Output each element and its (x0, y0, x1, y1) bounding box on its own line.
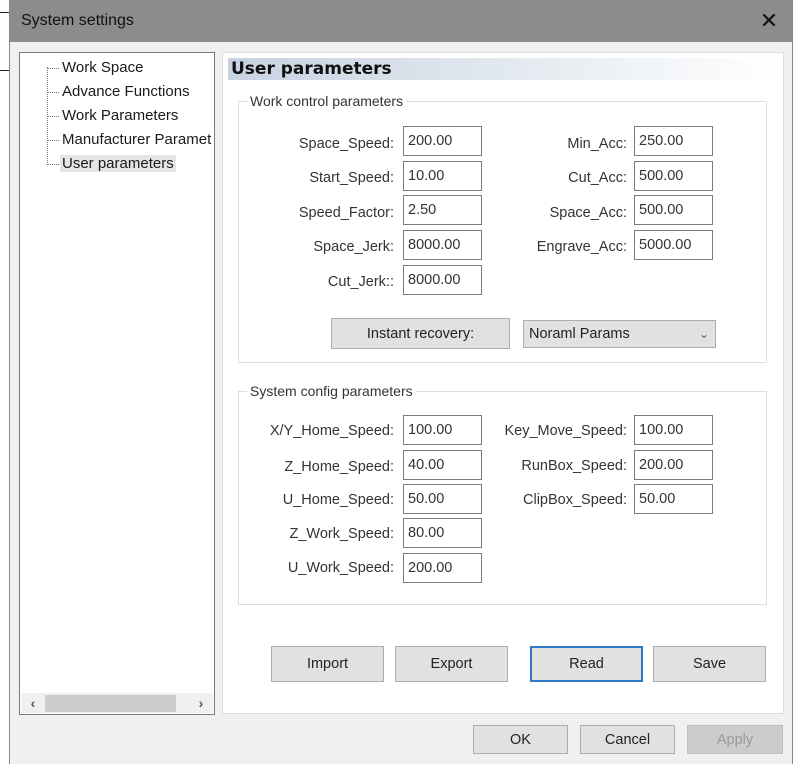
group-legend: System config parameters (247, 383, 416, 399)
cut-acc-input[interactable] (634, 161, 713, 191)
group-legend: Work control parameters (247, 93, 407, 109)
engrave-acc-label: Engrave_Acc: (536, 239, 627, 255)
settings-tree: Work Space Advance Functions Work Parame… (19, 52, 215, 715)
background-window-edge (0, 12, 9, 13)
u-work-speed-label: U_Work_Speed: (287, 560, 394, 576)
tree-item-label: Advance Functions (62, 83, 190, 100)
close-button[interactable]: ✕ (756, 8, 782, 34)
clipbox-speed-input[interactable] (634, 484, 713, 514)
space-acc-label: Space_Acc: (549, 205, 627, 221)
chevron-left-icon[interactable]: ‹ (23, 693, 43, 713)
close-x-icon: ✕ (759, 8, 779, 33)
min-acc-label: Min_Acc: (567, 136, 627, 152)
u-work-speed-input[interactable] (403, 553, 482, 583)
preset-params-select[interactable]: Noraml Params ⌄ (523, 320, 716, 348)
tree-item-user-parameters[interactable]: User parameters (20, 153, 211, 177)
z-home-speed-input[interactable] (403, 450, 482, 480)
runbox-speed-input[interactable] (634, 450, 713, 480)
tree-item-work-parameters[interactable]: Work Parameters (20, 105, 211, 129)
tree-item-advance-functions[interactable]: Advance Functions (20, 81, 211, 105)
engrave-acc-input[interactable] (634, 230, 713, 260)
tree-item-label: Work Parameters (62, 107, 179, 124)
chevron-right-icon[interactable]: › (191, 693, 211, 713)
system-settings-dialog: System settings ✕ Work Space Advance Fun… (9, 0, 793, 764)
cut-jerk-input[interactable] (403, 265, 482, 295)
tree-horizontal-scrollbar[interactable]: ‹ › (21, 693, 213, 713)
chevron-down-icon: ⌄ (698, 327, 709, 341)
speed-factor-label: Speed_Factor: (298, 205, 394, 221)
apply-button[interactable]: Apply (687, 725, 783, 754)
start-speed-label: Start_Speed: (309, 170, 394, 186)
user-parameters-panel: User parameters Work control parameters … (222, 52, 784, 714)
runbox-speed-label: RunBox_Speed: (521, 458, 627, 474)
space-speed-input[interactable] (403, 126, 482, 156)
work-control-group: Work control parameters Space_Speed: Sta… (238, 93, 767, 363)
space-acc-input[interactable] (634, 195, 713, 225)
read-button[interactable]: Read (530, 646, 643, 682)
ok-button[interactable]: OK (473, 725, 568, 754)
scrollbar-thumb[interactable] (45, 695, 176, 712)
preset-selected-value: Noraml Params (529, 326, 630, 342)
window-title: System settings (21, 12, 134, 29)
xy-home-speed-label: X/Y_Home_Speed: (269, 423, 394, 439)
tree-item-work-space[interactable]: Work Space (20, 57, 211, 81)
key-move-speed-label: Key_Move_Speed: (504, 423, 627, 439)
cut-jerk-label: Cut_Jerk:: (327, 274, 394, 290)
tree-item-manufacturer-parameters[interactable]: Manufacturer Paramet (20, 129, 211, 153)
clipbox-speed-label: ClipBox_Speed: (523, 492, 627, 508)
cancel-button[interactable]: Cancel (580, 725, 675, 754)
key-move-speed-input[interactable] (634, 415, 713, 445)
tree-item-label: User parameters (60, 155, 176, 172)
z-work-speed-label: Z_Work_Speed: (289, 526, 394, 542)
u-home-speed-input[interactable] (403, 484, 482, 514)
title-bar[interactable]: System settings ✕ (10, 0, 792, 42)
system-config-group: System config parameters X/Y_Home_Speed:… (238, 383, 767, 605)
import-button[interactable]: Import (271, 646, 384, 682)
z-home-speed-label: Z_Home_Speed: (284, 459, 394, 475)
background-window-edge (0, 70, 9, 71)
tree-item-label: Manufacturer Paramet (62, 131, 212, 148)
tree-item-label: Work Space (62, 59, 144, 76)
z-work-speed-input[interactable] (403, 518, 482, 548)
u-home-speed-label: U_Home_Speed: (282, 492, 394, 508)
speed-factor-input[interactable] (403, 195, 482, 225)
space-jerk-label: Space_Jerk: (313, 239, 394, 255)
save-button[interactable]: Save (653, 646, 766, 682)
panel-header: User parameters (228, 58, 778, 80)
min-acc-input[interactable] (634, 126, 713, 156)
xy-home-speed-input[interactable] (403, 415, 482, 445)
cut-acc-label: Cut_Acc: (568, 170, 627, 186)
space-speed-label: Space_Speed: (298, 136, 394, 152)
export-button[interactable]: Export (395, 646, 508, 682)
start-speed-input[interactable] (403, 161, 482, 191)
space-jerk-input[interactable] (403, 230, 482, 260)
instant-recovery-button[interactable]: Instant recovery: (331, 318, 510, 349)
